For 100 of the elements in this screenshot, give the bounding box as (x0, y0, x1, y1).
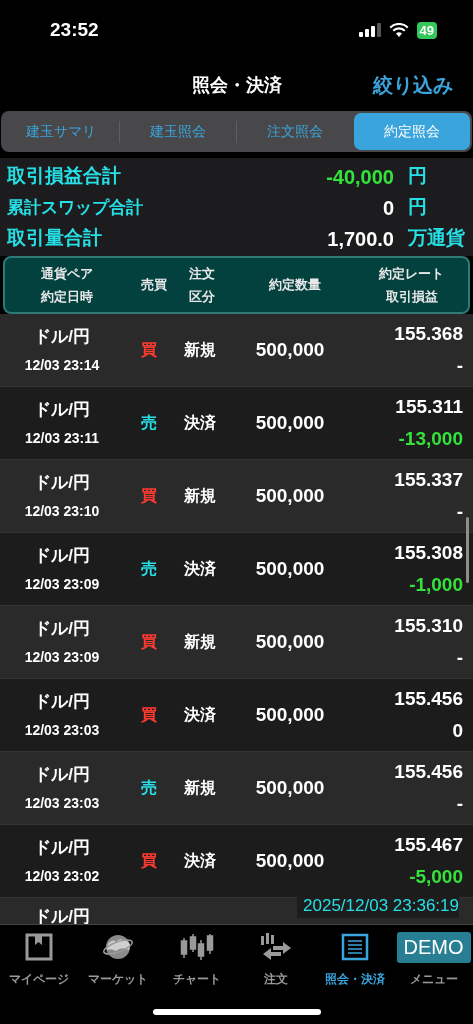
nav-label: マーケット (88, 971, 149, 988)
trade-quantity: 500,000 (255, 337, 325, 362)
nav-tab[interactable]: マイページ (0, 925, 79, 1024)
currency-pair: ドル/円 (34, 617, 90, 640)
trade-datetime: 12/03 23:03 (24, 794, 100, 814)
candlestick-icon (180, 932, 215, 962)
trade-rate: 155.467 (394, 832, 463, 857)
trade-profit: - (456, 646, 463, 670)
column-heading: 区分 (189, 288, 215, 306)
trade-row[interactable]: ドル/円 12/03 23:02 買 決済 500,000 155.467 -5,000 (0, 825, 473, 898)
trade-quantity: 500,000 (255, 629, 325, 654)
order-type: 新規 (184, 487, 216, 504)
summary-unit: 円 (407, 195, 428, 220)
battery-level: 49 (416, 21, 437, 39)
bookmark-icon (25, 933, 54, 961)
nav-label: 照会・決済 (324, 971, 385, 988)
globe-icon (102, 932, 135, 962)
trade-row[interactable]: ドル/円 12/03 23:14 買 新規 500,000 155.368 - (0, 314, 473, 387)
currency-pair: ドル/円 (34, 763, 90, 786)
demo-badge: DEMO (396, 931, 471, 963)
nav-label: メニュー (409, 971, 458, 988)
column-heading: 売買 (141, 276, 167, 295)
trade-datetime: 12/03 23:09 (24, 648, 100, 668)
trade-rate: 155.311 (395, 394, 463, 419)
nav-tab[interactable]: チャート (157, 925, 237, 1024)
currency-pair: ドル/円 (34, 544, 90, 567)
order-type: 新規 (184, 341, 216, 358)
trade-datetime: 12/03 23:14 (24, 356, 100, 376)
trade-side: 買 (141, 486, 157, 506)
summary-unit: 万通貨 (407, 226, 466, 251)
trade-side: 買 (141, 705, 157, 725)
trade-rate: 155.310 (394, 613, 463, 638)
summary-label: 取引損益合計 (7, 164, 121, 189)
trade-rate: 155.456 (394, 686, 463, 711)
order-type: 決済 (184, 852, 216, 869)
status-time: 23:52 (50, 17, 99, 42)
nav-label: 注文 (263, 971, 288, 988)
page-title: 照会・決済 (191, 73, 282, 97)
summary-label: 累計スワップ合計 (7, 196, 143, 219)
trade-quantity: 500,000 (255, 556, 325, 581)
trade-profit: -13,000 (398, 427, 463, 451)
trade-datetime: 12/03 23:02 (24, 867, 100, 887)
trade-side: 買 (141, 632, 157, 652)
trade-quantity: 500,000 (255, 702, 325, 727)
trade-datetime: 12/03 23:03 (24, 721, 100, 741)
list-icon (340, 933, 369, 961)
trade-profit: - (456, 792, 463, 816)
currency-pair: ドル/円 (34, 398, 90, 421)
trade-datetime: 12/03 23:10 (24, 502, 100, 522)
trade-row[interactable]: ドル/円 12/03 23:09 買 新規 500,000 155.310 - (0, 606, 473, 679)
trade-profit: -1,000 (409, 573, 463, 597)
order-type: 決済 (184, 706, 216, 723)
nav-tab[interactable]: DEMO メニュー (394, 925, 473, 1024)
currency-pair: ドル/円 (34, 906, 90, 924)
trade-quantity: 500,000 (255, 410, 325, 435)
trade-row[interactable]: ドル/円 12/03 23:09 売 決済 500,000 155.308 -1,000 (0, 533, 473, 606)
trade-side: 買 (141, 851, 157, 871)
order-type: 決済 (184, 560, 216, 577)
trade-profit: - (456, 354, 463, 378)
trade-rate: 155.368 (394, 321, 463, 346)
nav-tab[interactable]: 照会・決済 (315, 925, 395, 1024)
trade-rate: 155.337 (394, 467, 463, 492)
trade-quantity: 500,000 (255, 775, 325, 800)
trade-datetime: 12/03 23:09 (24, 575, 100, 595)
trade-row[interactable]: ドル/円 12/03 23:11 売 決済 500,000 155.311 -13,000 (0, 387, 473, 460)
currency-pair: ドル/円 (34, 471, 90, 494)
trade-side: 売 (141, 778, 157, 798)
trade-profit: 0 (452, 719, 463, 743)
currency-pair: ドル/円 (34, 690, 90, 713)
column-heading: 約定数量 (269, 276, 321, 295)
trade-row[interactable]: ドル/円 12/03 23:10 買 新規 500,000 155.337 - (0, 460, 473, 533)
nav-label: マイページ (9, 971, 70, 988)
order-type: 新規 (184, 633, 216, 650)
nav-tab[interactable]: 注文 (236, 925, 316, 1024)
trade-profit: - (456, 500, 463, 524)
scrollbar (466, 517, 469, 583)
signal-icon (358, 23, 381, 37)
summary-unit: 円 (407, 164, 428, 189)
trade-profit: -5,000 (409, 865, 463, 889)
summary-value: 1,700.0 (327, 226, 394, 252)
trade-quantity: 500,000 (255, 483, 325, 508)
column-heading: 通貨ペア (41, 264, 93, 283)
trade-rate: 155.308 (394, 540, 463, 565)
trade-side: 買 (141, 340, 157, 360)
column-heading: 約定日時 (41, 288, 93, 306)
column-heading: 約定レート (379, 264, 444, 283)
summary-value: -40,000 (326, 164, 394, 190)
filter-button[interactable]: 絞り込み (373, 70, 453, 100)
order-icon (258, 932, 293, 962)
wifi-icon (388, 23, 409, 37)
trade-row[interactable]: ドル/円 12/03 23:03 買 決済 500,000 155.456 0 (0, 679, 473, 752)
trade-side: 売 (141, 559, 157, 579)
trade-datetime: 12/03 23:11 (25, 429, 99, 449)
trade-rate: 155.456 (394, 759, 463, 784)
trade-quantity: 500,000 (255, 848, 325, 873)
trade-row[interactable]: ドル/円 12/03 23:03 売 新規 500,000 155.456 - (0, 752, 473, 825)
column-heading: 注文 (189, 264, 215, 283)
order-type: 新規 (184, 779, 216, 796)
nav-tab[interactable]: マーケット (78, 925, 158, 1024)
currency-pair: ドル/円 (34, 325, 90, 348)
